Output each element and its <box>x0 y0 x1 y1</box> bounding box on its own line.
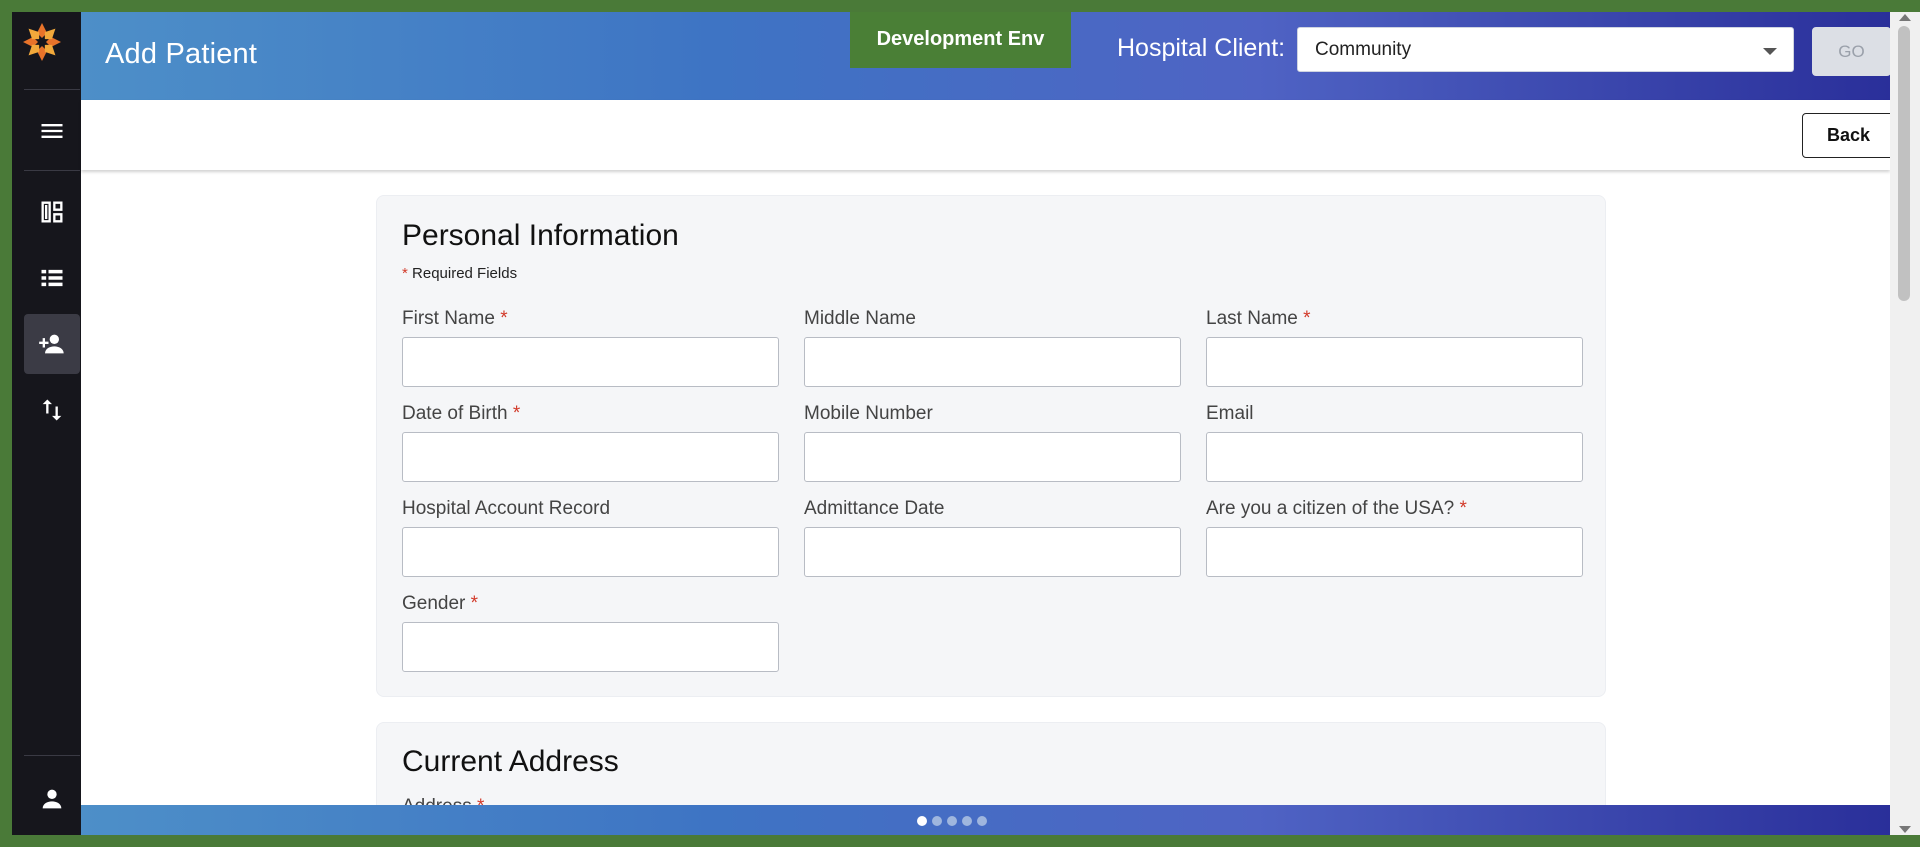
sidebar <box>12 12 81 835</box>
add-person-icon <box>39 334 64 354</box>
hospital-client-select[interactable]: Community <box>1297 27 1794 72</box>
field-label-text: Admittance Date <box>804 498 945 519</box>
required-star: * <box>1303 308 1311 329</box>
action-toolbar: Back <box>81 100 1890 170</box>
hospital-client-label: Hospital Client: <box>1117 34 1286 62</box>
field-label-text: Are you a citizen of the USA? <box>1206 498 1455 519</box>
field-label-text: Middle Name <box>804 308 916 329</box>
menu-icon <box>41 124 63 138</box>
list-icon <box>41 269 63 287</box>
required-fields-text: Required Fields <box>412 265 518 282</box>
scroll-down-arrow-icon[interactable] <box>1899 826 1911 833</box>
page-dot[interactable] <box>977 816 987 826</box>
field-label: Last Name * <box>1206 308 1311 330</box>
required-star: * <box>512 403 521 424</box>
footer-bar <box>81 805 1890 835</box>
page-title: Add Patient <box>105 38 258 70</box>
sidebar-item-menu[interactable] <box>24 101 80 161</box>
sidebar-item-add-patient[interactable] <box>24 314 80 374</box>
scroll-up-arrow-icon[interactable] <box>1899 14 1911 21</box>
field-label: Admittance Date <box>804 498 944 520</box>
form-input[interactable] <box>1206 337 1583 387</box>
app-window: Add Patient Development Env Hospital Cli… <box>12 12 1890 835</box>
field-label: Middle Name <box>804 308 916 330</box>
field-label-text: Hospital Account Record <box>402 498 611 519</box>
field-label-text: Date of Birth <box>402 403 508 424</box>
form-input[interactable] <box>1206 527 1583 577</box>
environment-badge: Development Env <box>850 12 1071 68</box>
page-dot[interactable] <box>917 816 927 826</box>
field-label: Hospital Account Record <box>402 498 610 520</box>
sidebar-divider <box>24 755 80 756</box>
section-title: Current Address <box>402 745 619 778</box>
field-label-text: First Name <box>402 308 495 329</box>
hospital-client-value: Community <box>1315 38 1412 60</box>
form-input[interactable] <box>804 527 1181 577</box>
form-input[interactable] <box>402 432 779 482</box>
sidebar-item-transfer[interactable] <box>24 380 80 440</box>
field-label-text: Last Name <box>1206 308 1298 329</box>
page-dot[interactable] <box>947 816 957 826</box>
field-label: Date of Birth * <box>402 403 520 425</box>
logo-icon <box>23 23 61 61</box>
field-label-text: Gender <box>402 593 466 614</box>
transfer-arrows-icon <box>42 399 62 421</box>
page-dot[interactable] <box>962 816 972 826</box>
sidebar-divider <box>24 170 80 171</box>
field-label: Gender * <box>402 593 478 615</box>
field-label: Are you a citizen of the USA? * <box>1206 498 1467 520</box>
required-star: * <box>500 308 508 329</box>
form-input[interactable] <box>1206 432 1583 482</box>
form-input[interactable] <box>804 432 1181 482</box>
page-dot[interactable] <box>932 816 942 826</box>
field-label-text: Email <box>1206 403 1254 424</box>
page-indicator <box>917 816 987 826</box>
sidebar-item-dashboard[interactable] <box>24 182 80 242</box>
required-star: * <box>402 265 408 282</box>
field-label: First Name * <box>402 308 508 330</box>
header-bar: Add Patient Development Env Hospital Cli… <box>81 12 1890 100</box>
required-fields-note: * Required Fields <box>402 265 517 282</box>
section-title: Personal Information <box>402 219 679 252</box>
chevron-down-icon <box>1763 48 1777 55</box>
field-label: Email <box>1206 403 1254 425</box>
vertical-scrollbar[interactable] <box>1890 12 1920 835</box>
sidebar-divider <box>24 89 80 90</box>
form-input[interactable] <box>402 622 779 672</box>
personal-information-card: Personal Information * Required Fields F… <box>376 195 1606 697</box>
required-star: * <box>1459 498 1467 519</box>
field-label: Mobile Number <box>804 403 933 425</box>
form-input[interactable] <box>402 527 779 577</box>
go-button[interactable]: GO <box>1812 27 1890 76</box>
user-profile-icon <box>42 789 62 809</box>
form-input[interactable] <box>402 337 779 387</box>
required-star: * <box>470 593 479 614</box>
dashboard-icon <box>41 201 63 223</box>
sidebar-item-list[interactable] <box>24 248 80 308</box>
back-button[interactable]: Back <box>1802 113 1890 158</box>
sidebar-item-profile[interactable] <box>24 769 80 829</box>
field-label-text: Mobile Number <box>804 403 933 424</box>
form-input[interactable] <box>804 337 1181 387</box>
scroll-thumb[interactable] <box>1898 26 1910 301</box>
